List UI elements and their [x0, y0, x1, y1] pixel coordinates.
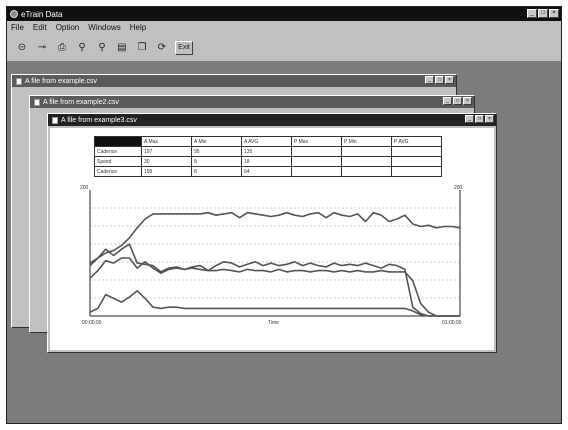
menu-windows[interactable]: Windows — [88, 23, 120, 32]
stats-header-row: A Max A Min A AVG P Max P Min P AVG — [94, 136, 442, 147]
child-window-1-title: A file from example.csv — [25, 77, 97, 85]
child-window-2-titlebar[interactable]: A file from example2.csv _ □ × — [30, 96, 474, 108]
zoom-out-icon[interactable]: ⚲ — [95, 41, 109, 55]
child-window-3-controls: _ □ × — [465, 115, 494, 123]
stats-cell: 95 — [191, 146, 242, 157]
stats-header-cell: A Max — [141, 136, 192, 147]
stats-header-cell: A Min — [191, 136, 242, 147]
close-button[interactable]: × — [463, 97, 472, 105]
open-icon[interactable]: ⊝ — [15, 41, 29, 55]
file-icon[interactable]: ▤ — [115, 41, 129, 55]
stats-row: Cadence 199 8 64 — [94, 166, 442, 177]
child-window-1-controls: _ □ × — [425, 76, 454, 84]
document-icon — [16, 77, 22, 85]
series-line-3 — [89, 257, 460, 317]
copy-icon[interactable]: ❐ — [135, 41, 149, 55]
menu-option[interactable]: Option — [56, 23, 80, 32]
stats-cell — [291, 156, 342, 167]
app-icon — [10, 10, 18, 18]
chart-client-area: A Max A Min A AVG P Max P Min P AVG Cade… — [50, 128, 494, 350]
stats-cell — [291, 166, 342, 177]
close-button[interactable]: × — [549, 9, 559, 18]
stats-cell: 64 — [241, 166, 292, 177]
stats-row-label: Cadence — [94, 166, 142, 177]
y-axis-left-top-label: 200 — [80, 185, 89, 191]
stats-row-label: Cadence — [94, 146, 142, 157]
child-window-2-controls: _ □ × — [443, 97, 472, 105]
stats-cell — [391, 156, 442, 167]
stats-cell: 18 — [241, 156, 292, 167]
chart-grid — [90, 207, 460, 299]
x-axis-end-label: 01:00:00 — [442, 320, 462, 326]
save-icon[interactable]: ⊸ — [35, 41, 49, 55]
stats-header-cell: P AVG — [391, 136, 442, 147]
app-window-controls: _ □ × — [527, 9, 559, 18]
toolbar: ⊝ ⊸ ⎙ ⚲ ⚲ ▤ ❐ ⟳ Exit — [7, 35, 561, 62]
stats-cell: 197 — [141, 146, 192, 157]
maximize-button[interactable]: □ — [435, 76, 444, 84]
y-axis-right-top-label: 200 — [454, 185, 463, 191]
minimize-button[interactable]: _ — [465, 115, 474, 123]
menu-bar: File Edit Option Windows Help — [7, 21, 561, 34]
minimize-button[interactable]: _ — [425, 76, 434, 84]
minimize-button[interactable]: _ — [443, 97, 452, 105]
print-icon[interactable]: ⎙ — [55, 41, 69, 55]
stats-cell — [391, 166, 442, 177]
stats-cell — [341, 166, 392, 177]
document-icon — [52, 116, 58, 124]
child-window-2-title: A file from example2.csv — [43, 98, 119, 106]
x-axis-start-label: 00:00:00 — [82, 320, 102, 326]
stats-header-cell: A AVG — [241, 136, 292, 147]
stats-cell — [291, 146, 342, 157]
app-titlebar[interactable]: eTrain Data _ □ × — [7, 7, 561, 21]
stats-row: Cadence 197 95 135 — [94, 146, 442, 157]
stats-cell: 8 — [191, 166, 242, 177]
stats-cell — [341, 146, 392, 157]
series-line-4 — [89, 290, 460, 317]
menu-file[interactable]: File — [11, 23, 24, 32]
maximize-button[interactable]: □ — [538, 9, 548, 18]
stats-row-label: Speed — [94, 156, 142, 167]
child-window-1-titlebar[interactable]: A file from example.csv _ □ × — [12, 75, 456, 87]
menu-help[interactable]: Help — [130, 23, 146, 32]
stats-cell — [391, 146, 442, 157]
stats-cell — [341, 156, 392, 167]
maximize-button[interactable]: □ — [475, 115, 484, 123]
stats-row: Speed 30 8 18 — [94, 156, 442, 167]
minimize-button[interactable]: _ — [527, 9, 537, 18]
stats-header-cell: P Max — [291, 136, 342, 147]
stats-cell: 135 — [241, 146, 292, 157]
menu-edit[interactable]: Edit — [33, 23, 47, 32]
chart-series — [89, 211, 461, 317]
document-icon — [34, 98, 40, 106]
stats-header-cell: P Min — [341, 136, 392, 147]
close-button[interactable]: × — [485, 115, 494, 123]
exit-button[interactable]: Exit — [175, 41, 193, 55]
x-axis-title: Time — [268, 320, 279, 326]
close-button[interactable]: × — [445, 76, 454, 84]
mdi-workspace: A file from example.csv _ □ × A file fro… — [7, 62, 561, 423]
stats-table: A Max A Min A AVG P Max P Min P AVG Cade… — [94, 136, 442, 177]
stats-cell: 8 — [191, 156, 242, 167]
app-title: eTrain Data — [21, 9, 63, 19]
child-window-3[interactable]: A file from example3.csv _ □ × A Max A M… — [47, 113, 497, 353]
stats-header-cell — [94, 136, 142, 147]
child-window-3-title: A file from example3.csv — [61, 116, 137, 124]
zoom-in-icon[interactable]: ⚲ — [75, 41, 89, 55]
app-window: eTrain Data _ □ × File Edit Option Windo… — [6, 6, 562, 424]
maximize-button[interactable]: □ — [453, 97, 462, 105]
line-chart[interactable]: 200 200 00:00:00 01:00:00 Time — [76, 184, 466, 336]
refresh-icon[interactable]: ⟳ — [155, 41, 169, 55]
child-window-3-titlebar[interactable]: A file from example3.csv _ □ × — [48, 114, 496, 126]
stats-cell: 30 — [141, 156, 192, 167]
stats-cell: 199 — [141, 166, 192, 177]
series-line-1 — [89, 211, 461, 264]
